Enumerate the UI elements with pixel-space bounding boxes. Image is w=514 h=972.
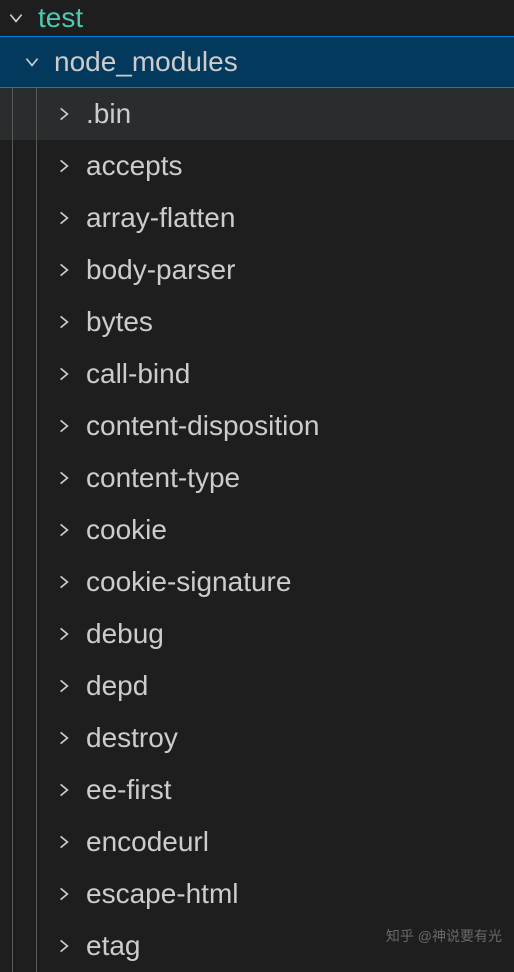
folder-label: escape-html	[86, 878, 239, 910]
folder-label: node_modules	[54, 46, 238, 78]
indent-guide	[0, 816, 44, 868]
indent-guide	[0, 192, 44, 244]
chevron-down-icon	[20, 50, 44, 74]
folder-label: call-bind	[86, 358, 190, 390]
folder-label: ee-first	[86, 774, 172, 806]
indent-guide	[0, 608, 44, 660]
folder-label: etag	[86, 930, 141, 962]
indent-guide	[0, 296, 44, 348]
tree-folder-accepts[interactable]: accepts	[0, 140, 514, 192]
indent-guide	[0, 88, 44, 140]
folder-label: depd	[86, 670, 148, 702]
folder-label: destroy	[86, 722, 178, 754]
tree-folder-call-bind[interactable]: call-bind	[0, 348, 514, 400]
chevron-right-icon	[52, 362, 76, 386]
chevron-right-icon	[52, 674, 76, 698]
folder-label: cookie	[86, 514, 167, 546]
tree-folder-body-parser[interactable]: body-parser	[0, 244, 514, 296]
tree-folder-content-type[interactable]: content-type	[0, 452, 514, 504]
folder-label: array-flatten	[86, 202, 235, 234]
chevron-right-icon	[52, 466, 76, 490]
chevron-right-icon	[52, 778, 76, 802]
folder-label: encodeurl	[86, 826, 209, 858]
chevron-right-icon	[52, 154, 76, 178]
chevron-right-icon	[52, 414, 76, 438]
chevron-right-icon	[52, 622, 76, 646]
chevron-down-icon	[4, 6, 28, 30]
folder-label: content-disposition	[86, 410, 319, 442]
folder-label: test	[38, 2, 83, 34]
indent-guide	[0, 452, 44, 504]
folder-list: .bin accepts array-flatten body-parser bytes…	[0, 88, 514, 972]
indent-guide	[0, 140, 44, 192]
tree-folder-test[interactable]: test	[0, 0, 514, 36]
chevron-right-icon	[52, 726, 76, 750]
tree-folder-node-modules[interactable]: node_modules	[0, 36, 514, 88]
folder-label: cookie-signature	[86, 566, 291, 598]
tree-folder-encodeurl[interactable]: encodeurl	[0, 816, 514, 868]
indent-guide	[0, 348, 44, 400]
chevron-right-icon	[52, 830, 76, 854]
indent-guide	[0, 400, 44, 452]
chevron-right-icon	[52, 310, 76, 334]
chevron-right-icon	[52, 570, 76, 594]
folder-label: debug	[86, 618, 164, 650]
chevron-right-icon	[52, 934, 76, 958]
folder-label: .bin	[86, 98, 131, 130]
chevron-right-icon	[52, 258, 76, 282]
folder-label: content-type	[86, 462, 240, 494]
tree-folder-content-disposition[interactable]: content-disposition	[0, 400, 514, 452]
tree-folder-ee-first[interactable]: ee-first	[0, 764, 514, 816]
tree-folder-bin[interactable]: .bin	[0, 88, 514, 140]
chevron-right-icon	[52, 102, 76, 126]
folder-label: accepts	[86, 150, 183, 182]
chevron-right-icon	[52, 882, 76, 906]
indent-guide	[0, 920, 44, 972]
file-tree: test node_modules .bin accepts array-flatt…	[0, 0, 514, 972]
chevron-right-icon	[52, 206, 76, 230]
indent-guide	[0, 556, 44, 608]
tree-folder-depd[interactable]: depd	[0, 660, 514, 712]
indent-guide	[0, 244, 44, 296]
folder-label: body-parser	[86, 254, 235, 286]
tree-folder-debug[interactable]: debug	[0, 608, 514, 660]
tree-folder-bytes[interactable]: bytes	[0, 296, 514, 348]
indent-guide	[0, 712, 44, 764]
tree-folder-cookie-signature[interactable]: cookie-signature	[0, 556, 514, 608]
tree-folder-cookie[interactable]: cookie	[0, 504, 514, 556]
chevron-right-icon	[52, 518, 76, 542]
tree-folder-destroy[interactable]: destroy	[0, 712, 514, 764]
indent-guide	[0, 504, 44, 556]
folder-label: bytes	[86, 306, 153, 338]
indent-guide	[0, 660, 44, 712]
indent-guide	[0, 764, 44, 816]
watermark: 知乎 @神说要有光	[386, 926, 502, 946]
tree-folder-escape-html[interactable]: escape-html	[0, 868, 514, 920]
indent-guide	[0, 868, 44, 920]
tree-folder-array-flatten[interactable]: array-flatten	[0, 192, 514, 244]
